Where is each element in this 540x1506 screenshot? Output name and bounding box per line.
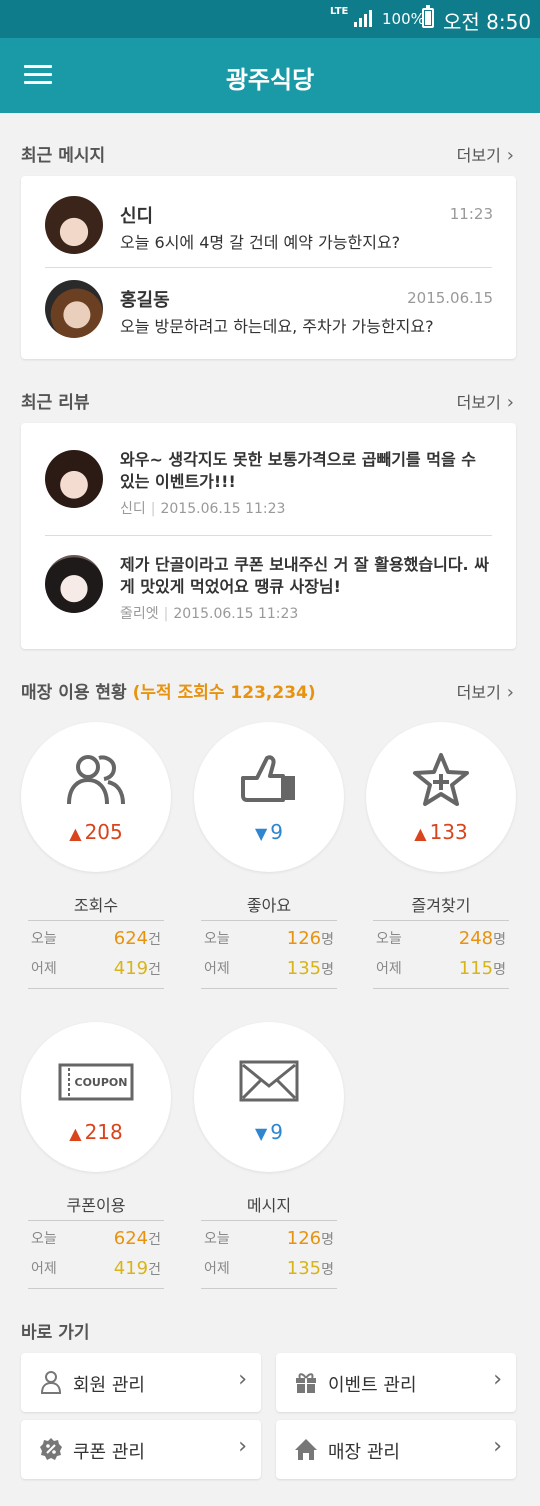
gift-icon [296, 1373, 316, 1393]
coupon-icon: COUPON [58, 1063, 134, 1101]
stat-label: 좋아요 [246, 896, 292, 915]
message-time: 11:23 [449, 205, 493, 223]
avatar [45, 555, 103, 613]
stat-views[interactable]: ▲ 205 [21, 722, 171, 872]
stat-coupon-use[interactable]: COUPON ▲ 218 [21, 1022, 171, 1172]
message-text: 오늘 방문하려고 하는데요, 주차가 가능한지요? [120, 317, 434, 336]
section-title-reviews: 최근 리뷰 [21, 393, 90, 413]
stat-table: 오늘 624건 어제 419건 [28, 1220, 164, 1289]
chevron-right-icon: › [238, 1434, 247, 1459]
stat-delta: ▼ 9 [254, 1120, 284, 1144]
more-label: 더보기 [456, 393, 501, 412]
network-indicator: LTE [330, 6, 349, 17]
message-sender: 신디 [120, 206, 154, 227]
person-icon [40, 1371, 62, 1394]
shortcut-label: 매장 관리 [328, 1442, 400, 1463]
review-author: 신디 [120, 501, 146, 517]
message-item[interactable]: 홍길동 2015.06.15 오늘 방문하려고 하는데요, 주차가 가능한지요? [21, 268, 516, 359]
stat-delta: ▼ 9 [254, 820, 284, 844]
triangle-down-icon: ▼ [254, 824, 268, 843]
chevron-right-icon: › [506, 682, 514, 703]
review-date: 2015.06.15 11:23 [160, 501, 286, 517]
stat-delta: ▲ 133 [414, 820, 468, 844]
chevron-right-icon: › [493, 1434, 502, 1459]
member-management-button[interactable]: 회원 관리 › [21, 1353, 261, 1412]
triangle-up-icon: ▲ [414, 824, 427, 843]
review-text: 와우~ 생각지도 못한 보통가격으로 곱빼기를 먹을 수 있는 이벤트가!!! [120, 450, 476, 491]
stat-label: 조회수 [73, 896, 119, 915]
chevron-right-icon: › [493, 1367, 502, 1392]
message-sender: 홍길동 [120, 290, 170, 311]
message-time: 2015.06.15 [407, 289, 493, 307]
thumbs-up-icon [241, 755, 295, 802]
status-bar: LTE 100% 오전 8:50 [0, 0, 540, 38]
envelope-icon [239, 1060, 299, 1102]
stat-table: 오늘 624건 어제 419건 [28, 920, 164, 989]
reviews-card: 와우~ 생각지도 못한 보통가격으로 곱빼기를 먹을 수 있는 이벤트가!!! … [21, 423, 516, 649]
review-meta: 신디 | 2015.06.15 11:23 [120, 501, 286, 517]
review-date: 2015.06.15 11:23 [173, 606, 299, 622]
avatar [45, 280, 103, 338]
review-item[interactable]: 제가 단골이라고 쿠폰 보내주신 거 잘 활용했습니다. 싸게 맛있게 먹었어요… [21, 536, 516, 649]
star-plus-icon [413, 753, 469, 806]
shortcut-label: 회원 관리 [73, 1375, 145, 1396]
messages-more-link[interactable]: 더보기 › [457, 142, 514, 166]
shortcut-label: 쿠폰 관리 [73, 1442, 145, 1463]
battery-icon [422, 5, 434, 28]
shortcut-label: 이벤트 관리 [328, 1375, 417, 1396]
triangle-up-icon: ▲ [69, 824, 82, 843]
stat-table: 오늘 126명 어제 135명 [201, 920, 337, 989]
avatar [45, 450, 103, 508]
coupon-badge-icon [40, 1438, 62, 1460]
stat-table: 오늘 126명 어제 135명 [201, 1220, 337, 1289]
review-author: 줄리엣 [120, 606, 159, 622]
more-label: 더보기 [456, 683, 501, 702]
app-bar: 광주식당 [0, 38, 540, 113]
stat-likes[interactable]: ▼ 9 [194, 722, 344, 872]
messages-card: 신디 11:23 오늘 6시에 4명 갈 건데 예약 가능한지요? 홍길동 20… [21, 176, 516, 359]
triangle-up-icon: ▲ [69, 1124, 82, 1143]
message-text: 오늘 6시에 4명 갈 건데 예약 가능한지요? [120, 233, 401, 252]
stat-delta: ▲ 218 [69, 1120, 123, 1144]
page-title: 광주식당 [225, 66, 315, 94]
section-title-usage: 매장 이용 현황 (누적 조회수 123,234) [21, 678, 316, 703]
stat-label: 즐겨찾기 [411, 896, 471, 915]
signal-icon [354, 10, 372, 27]
chevron-right-icon: › [506, 145, 514, 166]
stat-delta: ▲ 205 [69, 820, 123, 844]
review-item[interactable]: 와우~ 생각지도 못한 보통가격으로 곱빼기를 먹을 수 있는 이벤트가!!! … [21, 423, 516, 535]
reviews-more-link[interactable]: 더보기 › [457, 389, 514, 413]
section-title-messages: 최근 메시지 [21, 146, 106, 166]
usage-more-link[interactable]: 더보기 › [457, 679, 514, 703]
review-text: 제가 단골이라고 쿠폰 보내주신 거 잘 활용했습니다. 싸게 맛있게 먹었어요… [120, 555, 489, 596]
stat-messages[interactable]: ▼ 9 [194, 1022, 344, 1172]
stat-label: 메시지 [246, 1196, 292, 1215]
chevron-right-icon: › [238, 1367, 247, 1392]
message-item[interactable]: 신디 11:23 오늘 6시에 4명 갈 건데 예약 가능한지요? [21, 176, 516, 267]
coupon-management-button[interactable]: 쿠폰 관리 › [21, 1420, 261, 1479]
more-label: 더보기 [456, 146, 501, 165]
users-icon [67, 755, 125, 805]
usage-title: 매장 이용 현황 [21, 683, 127, 703]
status-time: 오전 8:50 [443, 10, 532, 34]
avatar [45, 196, 103, 254]
stat-label: 쿠폰이용 [66, 1196, 126, 1215]
triangle-down-icon: ▼ [254, 1124, 268, 1143]
stat-favorites[interactable]: ▲ 133 [366, 722, 516, 872]
event-management-button[interactable]: 이벤트 관리 › [276, 1353, 516, 1412]
review-meta: 줄리엣 | 2015.06.15 11:23 [120, 606, 299, 622]
store-management-button[interactable]: 매장 관리 › [276, 1420, 516, 1479]
coupon-icon-text: COUPON [75, 1076, 128, 1089]
chevron-right-icon: › [506, 392, 514, 413]
section-title-shortcuts: 바로 가기 [21, 1323, 90, 1343]
usage-accumulated: (누적 조회수 123,234) [132, 683, 316, 703]
stat-table: 오늘 248명 어제 115명 [373, 920, 509, 989]
home-icon [295, 1439, 317, 1460]
battery-percent: 100% [382, 10, 425, 28]
